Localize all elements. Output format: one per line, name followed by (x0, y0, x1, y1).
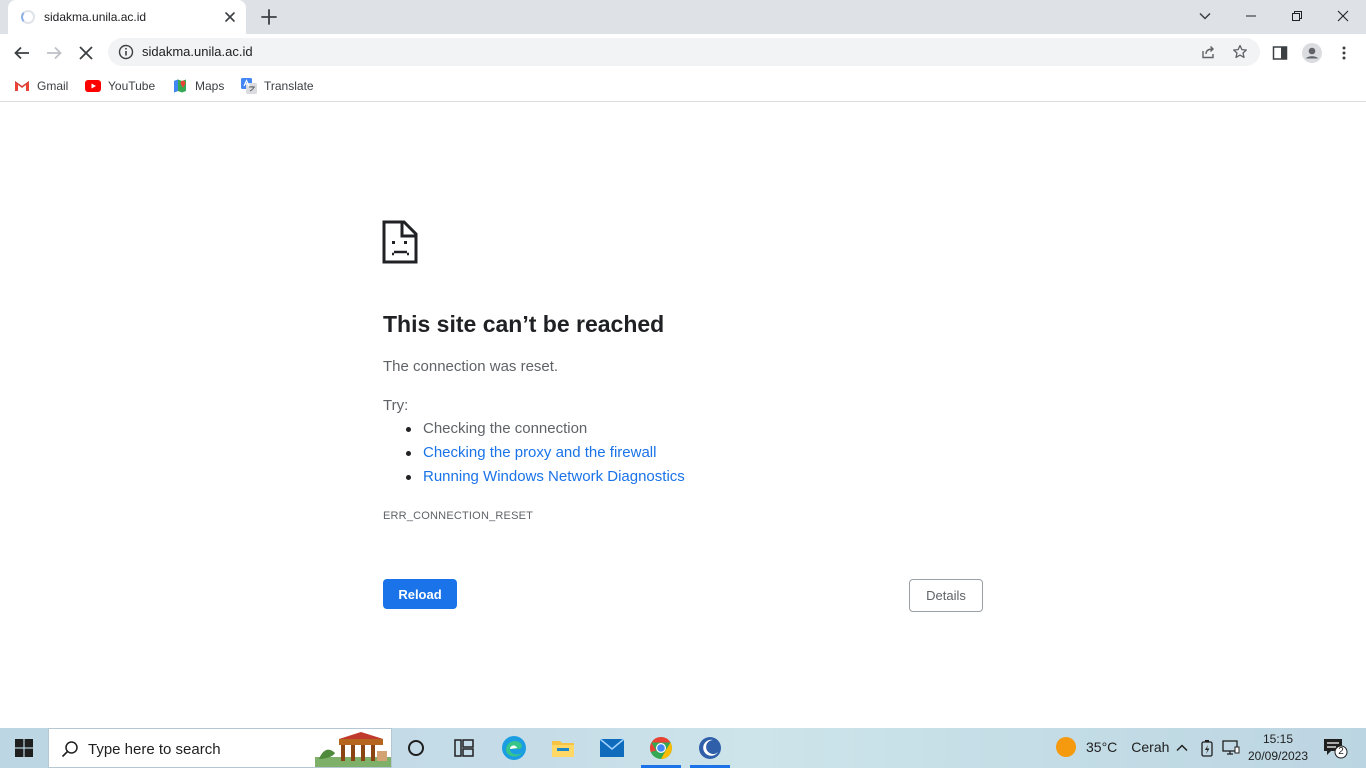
details-button[interactable]: Details (909, 579, 983, 612)
weather-condition: Cerah (1131, 739, 1170, 755)
notification-count: 2 (1338, 746, 1344, 757)
task-view-button[interactable] (440, 728, 488, 768)
cortana-button[interactable] (392, 728, 440, 768)
search-placeholder: Type here to search (88, 741, 221, 758)
close-icon (1337, 10, 1349, 22)
search-icon (61, 741, 78, 758)
suggestion-check-proxy-link[interactable]: Checking the proxy and the firewall (403, 443, 685, 467)
stop-icon (79, 46, 93, 60)
mail-app[interactable] (588, 728, 636, 768)
battery-button[interactable] (1197, 738, 1217, 758)
loading-spinner-icon (21, 10, 35, 24)
clock-date: 20/09/2023 (1247, 749, 1309, 763)
network-icon (1222, 740, 1240, 755)
back-button[interactable] (8, 39, 36, 67)
windows-logo-icon (15, 739, 33, 757)
youtube-icon (85, 78, 101, 94)
mail-icon (599, 738, 625, 757)
pinned-app[interactable] (686, 728, 734, 768)
browser-toolbar: sidakma.unila.ac.id (0, 34, 1366, 71)
folder-icon (552, 741, 574, 757)
bookmark-maps[interactable]: Maps (172, 75, 224, 97)
translate-icon (241, 78, 257, 94)
moon-app-icon (699, 737, 721, 759)
notification-center-button[interactable]: 2 (1322, 737, 1348, 759)
edge-app[interactable] (490, 728, 538, 768)
error-code: ERR_CONNECTION_RESET (383, 510, 534, 522)
more-vertical-icon (1342, 46, 1346, 60)
arrow-left-icon (14, 46, 29, 60)
close-window-button[interactable] (1320, 0, 1366, 32)
try-label: Try: (383, 397, 409, 414)
cortana-icon (408, 740, 424, 756)
sun-icon (1056, 737, 1076, 757)
clock-time: 15:15 (1262, 732, 1294, 746)
battery-plug-icon (1201, 740, 1213, 757)
search-highlight-illustration-icon (315, 732, 391, 767)
restore-button[interactable] (1274, 0, 1320, 32)
bookmark-label: Translate (264, 79, 314, 93)
side-panel-button[interactable] (1266, 39, 1294, 67)
chevron-down-icon (1199, 12, 1211, 20)
tab-title: sidakma.unila.ac.id (44, 10, 147, 24)
close-tab-icon[interactable] (222, 9, 238, 25)
profile-button[interactable] (1298, 39, 1326, 67)
maps-icon (172, 78, 188, 94)
restore-icon (1292, 11, 1302, 21)
chrome-icon (650, 737, 672, 759)
bookmark-label: Maps (195, 79, 225, 93)
sad-document-icon (382, 220, 418, 264)
side-panel-icon (1272, 46, 1288, 60)
suggestion-list: Checking the connection Checking the pro… (403, 419, 685, 491)
weather-temperature: 35°C (1086, 739, 1118, 755)
taskbar: Type here to search 35°C Cerah 15:15 20/… (0, 728, 1366, 768)
system-clock[interactable]: 15:15 20/09/2023 (1244, 731, 1312, 765)
bookmark-label: YouTube (108, 79, 156, 93)
bookmark-translate[interactable]: Translate (241, 75, 314, 97)
browser-tab[interactable]: sidakma.unila.ac.id (8, 0, 246, 34)
suggestion-network-diagnostics-link[interactable]: Running Windows Network Diagnostics (403, 467, 685, 491)
error-title: This site can’t be reached (383, 311, 665, 337)
edge-icon (502, 736, 526, 760)
network-button[interactable] (1221, 738, 1241, 758)
start-button[interactable] (0, 728, 48, 768)
address-bar[interactable]: sidakma.unila.ac.id (108, 38, 1260, 66)
avatar-icon (1302, 43, 1322, 63)
task-view-icon (454, 739, 474, 757)
bookmark-star-icon[interactable] (1232, 44, 1248, 60)
new-tab-icon[interactable] (259, 7, 279, 27)
error-page: This site can’t be reached The connectio… (0, 102, 1366, 728)
arrow-right-icon (47, 46, 62, 60)
url-text[interactable]: sidakma.unila.ac.id (142, 44, 253, 59)
taskbar-search[interactable]: Type here to search (48, 728, 392, 768)
tab-search-button[interactable] (1182, 0, 1228, 32)
bookmarks-bar: Gmail YouTube Maps Translate (0, 71, 1366, 102)
chrome-app[interactable] (637, 728, 685, 768)
bookmark-gmail[interactable]: Gmail (14, 75, 68, 97)
suggestion-check-connection: Checking the connection (403, 419, 685, 443)
show-hidden-icons-button[interactable] (1172, 738, 1192, 758)
gmail-icon (14, 78, 30, 94)
info-icon[interactable] (118, 44, 134, 60)
minimize-button[interactable] (1228, 0, 1274, 32)
bookmark-youtube[interactable]: YouTube (85, 75, 155, 97)
file-explorer-app[interactable] (539, 728, 587, 768)
chevron-up-icon (1176, 744, 1188, 752)
minimize-icon (1246, 15, 1256, 17)
error-description: The connection was reset. (383, 358, 559, 375)
weather-widget[interactable]: 35°C Cerah (1056, 737, 1169, 757)
forward-button[interactable] (40, 39, 68, 67)
browser-menu-button[interactable] (1330, 39, 1358, 67)
reload-button[interactable]: Reload (383, 579, 457, 609)
share-icon[interactable] (1200, 44, 1216, 60)
stop-loading-button[interactable] (72, 39, 100, 67)
tab-strip: sidakma.unila.ac.id (0, 0, 1366, 34)
bookmark-label: Gmail (37, 79, 69, 93)
